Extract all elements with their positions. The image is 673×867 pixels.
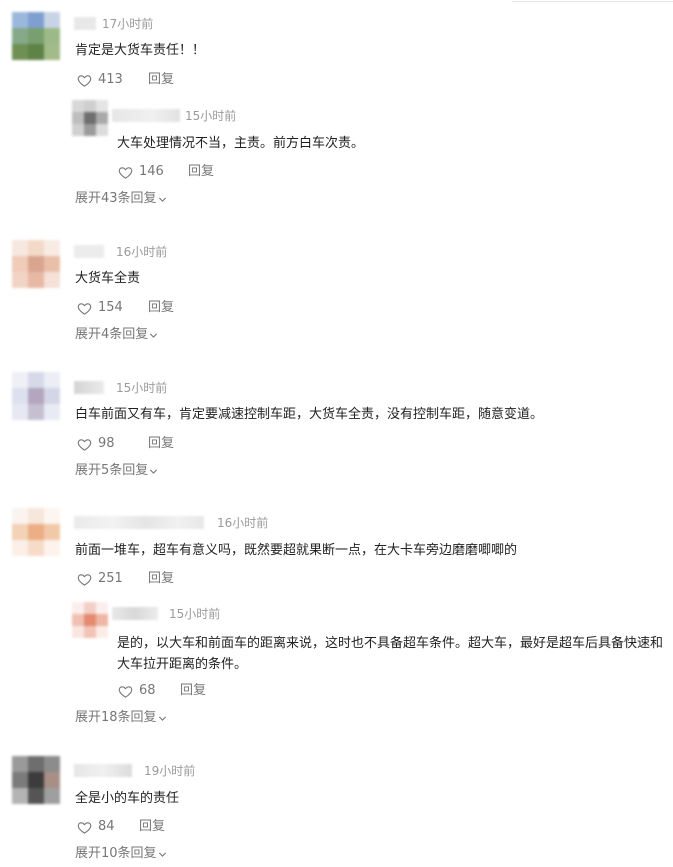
avatar[interactable] — [12, 756, 60, 804]
like-button[interactable]: 84 — [77, 818, 115, 836]
reply-button[interactable]: 回复 — [139, 818, 165, 836]
top-divider — [512, 1, 673, 2]
expand-replies-button[interactable]: 展开43条回复 — [75, 190, 167, 208]
heart-outline-icon — [77, 573, 92, 586]
expand-label: 展开5条回复 — [75, 463, 149, 478]
username[interactable] — [74, 764, 132, 777]
like-count: 251 — [98, 571, 123, 586]
reply-button[interactable]: 回复 — [148, 299, 174, 317]
comment-text: 是的，以大车和前面车的距离来说，这时也不具备超车条件。超大车，最好是超车后具备快… — [117, 636, 664, 672]
username[interactable] — [74, 381, 104, 394]
comment-text: 大车处理情况不当，主责。前方白车次责。 — [117, 136, 365, 151]
heart-outline-icon — [118, 685, 133, 698]
comment-text: 白车前面又有车，肯定要减速控制车距，大货车全责，没有控制车距，随意变道。 — [75, 407, 544, 422]
comment-time: 16小时前 — [217, 516, 269, 530]
like-count: 413 — [98, 72, 123, 87]
comment-text: 前面一堆车，超车有意义吗，既然要超就果断一点，在大卡车旁边磨磨唧唧的 — [75, 543, 518, 558]
comment-text: 大货车全责 — [75, 271, 141, 286]
like-button[interactable]: 98 — [77, 435, 115, 453]
heart-outline-icon — [118, 166, 133, 179]
expand-replies-button[interactable]: 展开10条回复 — [75, 845, 167, 863]
username[interactable] — [74, 17, 96, 30]
expand-replies-button[interactable]: 展开4条回复 — [75, 326, 158, 344]
expand-label: 展开43条回复 — [75, 191, 157, 206]
chevron-down-icon — [150, 469, 158, 474]
like-button[interactable]: 251 — [77, 570, 123, 588]
expand-replies-button[interactable]: 展开5条回复 — [75, 462, 158, 480]
chevron-down-icon — [150, 333, 158, 338]
username[interactable] — [112, 607, 158, 620]
chevron-down-icon — [158, 197, 166, 202]
expand-label: 展开18条回复 — [75, 710, 157, 725]
like-count: 146 — [139, 164, 164, 179]
expand-label: 展开10条回复 — [75, 846, 157, 861]
expand-label: 展开4条回复 — [75, 327, 149, 342]
username[interactable] — [74, 245, 104, 258]
heart-outline-icon — [77, 302, 92, 315]
like-count: 154 — [98, 300, 123, 315]
username[interactable] — [74, 516, 204, 529]
reply-button[interactable]: 回复 — [148, 71, 174, 89]
like-count: 68 — [139, 683, 156, 698]
like-button[interactable]: 154 — [77, 299, 123, 317]
comment-text: 肯定是大货车责任！！ — [75, 43, 206, 58]
avatar[interactable] — [12, 12, 60, 60]
heart-outline-icon — [77, 821, 92, 834]
comment-time: 17小时前 — [102, 17, 154, 31]
chevron-down-icon — [158, 852, 166, 857]
like-button[interactable]: 413 — [77, 71, 123, 89]
avatar[interactable] — [72, 602, 108, 638]
username[interactable] — [112, 109, 180, 122]
like-count: 98 — [98, 436, 115, 451]
comment-time: 15小时前 — [169, 607, 221, 621]
reply-button[interactable]: 回复 — [148, 570, 174, 588]
avatar[interactable] — [12, 240, 60, 288]
avatar[interactable] — [72, 100, 108, 136]
reply-button[interactable]: 回复 — [188, 163, 214, 181]
comment-time: 16小时前 — [116, 245, 168, 259]
like-button[interactable]: 146 — [118, 163, 164, 181]
comment-time: 15小时前 — [185, 109, 237, 123]
avatar[interactable] — [12, 508, 60, 556]
reply-button[interactable]: 回复 — [148, 435, 174, 453]
chevron-down-icon — [158, 716, 166, 721]
comment-time: 15小时前 — [116, 381, 168, 395]
comment-time: 19小时前 — [144, 764, 196, 778]
expand-replies-button[interactable]: 展开18条回复 — [75, 709, 167, 727]
like-button[interactable]: 68 — [118, 682, 156, 700]
heart-outline-icon — [77, 74, 92, 87]
heart-outline-icon — [77, 438, 92, 451]
like-count: 84 — [98, 819, 115, 834]
comment-text: 全是小的车的责任 — [75, 791, 180, 806]
avatar[interactable] — [12, 372, 60, 420]
reply-button[interactable]: 回复 — [180, 682, 206, 700]
